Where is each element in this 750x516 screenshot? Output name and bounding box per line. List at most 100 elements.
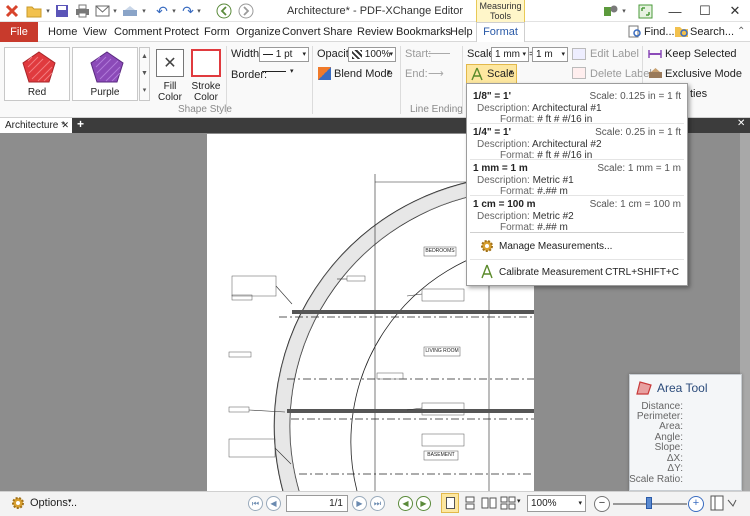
scan-dropdown-icon[interactable]: ▾ [140, 3, 148, 19]
email-icon[interactable] [94, 3, 110, 19]
style-preset-purple[interactable]: Purple [72, 47, 138, 101]
close-window-button[interactable]: ✕ [720, 0, 750, 22]
undo-dropdown-icon[interactable]: ▾ [170, 3, 178, 19]
zoom-slider-thumb[interactable] [646, 497, 652, 509]
area-tool-panel[interactable]: Area Tool Distance: Perimeter: Area: Ang… [629, 374, 742, 491]
border-style-line [262, 71, 286, 72]
customize-dropdown-icon[interactable]: ▾ [620, 3, 628, 19]
close-all-tabs-icon[interactable]: ✕ [737, 118, 745, 129]
customize-tools-icon[interactable] [602, 3, 620, 19]
minimize-button[interactable]: — [660, 0, 690, 22]
gear-icon [481, 240, 493, 252]
style-preset-red-label: Red [27, 87, 47, 98]
keep-selected-button[interactable]: Keep Selected [665, 48, 737, 60]
blend-mode-button[interactable]: Blend Mode [334, 68, 393, 80]
redo-icon[interactable]: ↷ [180, 3, 196, 19]
facing-continuous-view-button[interactable] [500, 496, 516, 510]
area-tool-title: Area Tool [657, 381, 708, 395]
calibrate-measurement-item[interactable]: Calibrate Measurement CTRL+SHIFT+C [467, 261, 687, 283]
tab-help[interactable]: Help [444, 22, 479, 42]
scale-from-select[interactable]: 1 mm ▾ [491, 47, 529, 62]
scale-to-select[interactable]: 1 m ▾ [532, 47, 568, 62]
previous-view-button[interactable]: ◀ [398, 496, 413, 511]
style-preset-red[interactable]: Red [4, 47, 70, 101]
options-dropdown-icon[interactable]: ▾ [68, 497, 72, 505]
width-select[interactable]: 1 pt ▾ [259, 47, 309, 62]
app-logo-icon[interactable] [4, 3, 20, 19]
scale-preset-item[interactable]: 1/4" = 1' Scale: 0.25 in = 1 ft Descript… [467, 122, 687, 161]
fill-color-button[interactable]: Fill Color [155, 81, 185, 103]
line-ending-group-label: Line Ending [410, 104, 463, 115]
zoom-value: 100% [531, 498, 557, 509]
find-button[interactable]: Find... [642, 22, 677, 42]
scale-preset-item[interactable]: 1/8" = 1' Scale: 0.125 in = 1 ft Descrip… [467, 86, 687, 125]
scan-icon[interactable] [121, 3, 139, 19]
collapse-ribbon-icon[interactable]: ⌃ [737, 26, 745, 37]
delete-label-icon [572, 67, 586, 79]
properties-button[interactable]: ties [690, 88, 707, 100]
open-folder-icon[interactable] [25, 3, 43, 19]
description-label: Description: [477, 139, 530, 150]
end-label: End: [405, 68, 428, 80]
open-dropdown-icon[interactable]: ▾ [44, 3, 52, 19]
scale-preset-scale: Scale: 0.25 in = 1 ft [595, 127, 681, 138]
maximize-button[interactable]: ☐ [690, 0, 720, 22]
last-page-button[interactable]: ⏭ [370, 496, 385, 511]
single-page-view-button[interactable] [441, 493, 459, 513]
next-page-button[interactable]: ▶ [352, 496, 367, 511]
width-value: 1 pt [275, 49, 293, 60]
back-icon[interactable] [215, 3, 233, 19]
zoom-select[interactable]: 100% ▾ [527, 495, 586, 512]
slope-label: Slope: [654, 442, 683, 453]
first-page-button[interactable]: ⏮ [248, 496, 263, 511]
save-icon[interactable] [54, 3, 70, 19]
exclusive-mode-button[interactable]: Exclusive Mode [665, 68, 742, 80]
tab-format[interactable]: Format [476, 22, 525, 43]
scale-preset-scale: Scale: 0.125 in = 1 ft [589, 91, 681, 102]
description-value: Metric #1 [532, 175, 574, 186]
border-dropdown-icon[interactable]: ▾ [290, 67, 294, 75]
blend-mode-dropdown-icon[interactable]: ▾ [387, 68, 391, 76]
scale-preset-item[interactable]: 1 cm = 100 m Scale: 1 cm = 100 m Descrip… [467, 194, 687, 233]
tab-file[interactable]: File [0, 22, 38, 42]
next-view-button[interactable]: ▶ [416, 496, 431, 511]
new-tab-icon[interactable]: + [77, 117, 84, 131]
document-tab[interactable]: Architecture * ✕ [0, 118, 72, 133]
undo-icon[interactable]: ↶ [154, 3, 170, 19]
print-icon[interactable] [74, 3, 90, 19]
menu-divider [470, 232, 684, 233]
edit-label-button[interactable]: Edit Label [590, 48, 639, 60]
manage-measurements-item[interactable]: Manage Measurements... [467, 235, 687, 257]
continuous-view-button[interactable] [463, 496, 477, 510]
opacity-select[interactable]: 100% ▾ [348, 47, 396, 62]
fullscreen-icon[interactable] [636, 3, 654, 19]
stroke-color-button[interactable]: Stroke Color [189, 81, 223, 103]
scale-dropdown-menu: 1/8" = 1' Scale: 0.125 in = 1 ft Descrip… [466, 83, 688, 286]
scale-from-value: 1 mm [495, 49, 520, 60]
facing-view-button[interactable] [481, 496, 497, 510]
view-mode-dropdown-icon[interactable]: ▾ [517, 497, 521, 505]
style-gallery-scroll[interactable]: ▲ ▼ ▾ [139, 47, 150, 101]
manage-measurements-label: Manage Measurements... [499, 241, 613, 252]
start-ending-line[interactable] [428, 53, 450, 54]
email-dropdown-icon[interactable]: ▾ [111, 3, 119, 19]
style-preset-purple-label: Purple [90, 87, 120, 98]
page-number-input[interactable]: 1/1 [286, 495, 348, 512]
fill-color-swatch[interactable]: ✕ [156, 49, 184, 77]
forward-icon[interactable] [237, 3, 255, 19]
exclusive-mode-icon [648, 67, 662, 79]
redo-dropdown-icon[interactable]: ▾ [195, 3, 203, 19]
previous-page-button[interactable]: ◀ [266, 496, 281, 511]
zoom-out-button[interactable]: − [594, 496, 610, 512]
panel-toggle-icon[interactable] [710, 494, 738, 512]
stroke-color-swatch[interactable] [191, 49, 221, 77]
search-button[interactable]: Search... [688, 22, 736, 42]
description-value: Metric #2 [532, 211, 574, 222]
close-tab-icon[interactable]: ✕ [61, 118, 69, 133]
scale-preset-item[interactable]: 1 mm = 1 m Scale: 1 mm = 1 m Description… [467, 158, 687, 197]
scale-preset-scale: Scale: 1 cm = 100 m [589, 199, 681, 210]
zoom-in-button[interactable]: + [688, 496, 704, 512]
scale-button[interactable]: Scale ▾ [466, 64, 517, 84]
opacity-value: 100% [364, 49, 391, 60]
end-ending-arrow-icon[interactable]: ⟶ [428, 67, 444, 80]
